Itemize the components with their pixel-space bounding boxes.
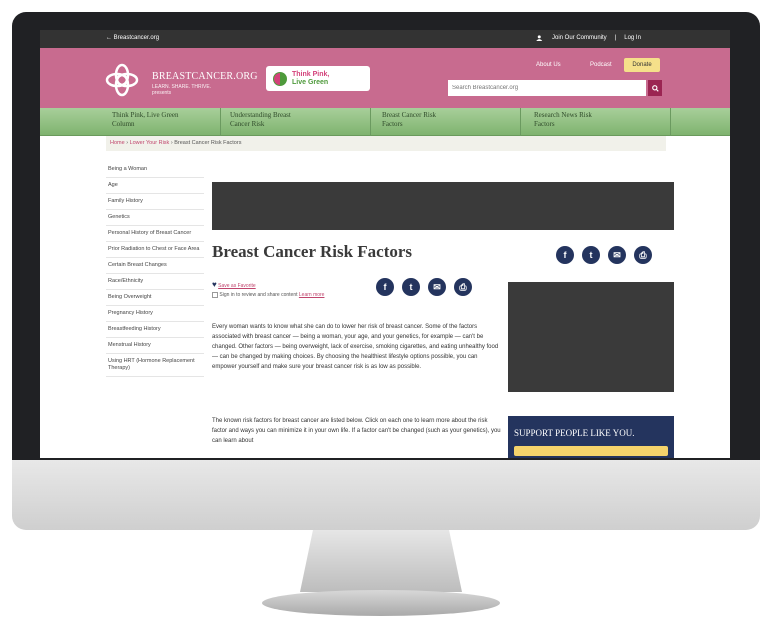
sidebar-item-being-a-woman[interactable]: Being a Woman bbox=[106, 162, 204, 178]
sidebar-item-age[interactable]: Age bbox=[106, 178, 204, 194]
print-icon[interactable]: ⎙ bbox=[634, 246, 652, 264]
heart-icon: ♥ bbox=[212, 280, 217, 289]
nav-label: Breast Cancer Risk bbox=[382, 111, 437, 119]
nav-item-think-pink[interactable]: Think Pink, Live Green Column bbox=[112, 111, 232, 129]
search-input[interactable] bbox=[448, 80, 646, 96]
checkbox[interactable] bbox=[212, 291, 218, 298]
support-text: SUPPORT PEOPLE LIKE YOU. bbox=[514, 428, 635, 438]
nav-item-risk-factors[interactable]: Breast Cancer Risk Factors bbox=[382, 111, 502, 129]
user-icon bbox=[536, 35, 543, 41]
logo-text[interactable]: BREASTCANCER.ORG LEARN. SHARE. THRIVE. p… bbox=[152, 66, 258, 96]
search-icon bbox=[651, 84, 659, 92]
main-nav: Think Pink, Live Green Column Understand… bbox=[40, 108, 730, 136]
think-pink-live-green-badge[interactable]: Think Pink, Live Green bbox=[266, 66, 370, 91]
breadcrumb-lower-risk[interactable]: Lower Your Risk bbox=[130, 140, 170, 146]
live-green-label: Live Green bbox=[292, 78, 329, 86]
browser-screen: ← Breastcancer.org Join Our Community | … bbox=[40, 30, 730, 458]
top-bar: ← Breastcancer.org Join Our Community | … bbox=[40, 30, 730, 48]
nav-label: Research News Risk bbox=[534, 111, 592, 119]
nav-item-research-news[interactable]: Research News Risk Factors bbox=[534, 111, 654, 129]
signup-text: Sign in to review and share content bbox=[219, 292, 298, 298]
nav-divider bbox=[520, 108, 521, 136]
nav-divider bbox=[220, 108, 221, 136]
join-community-link[interactable]: Join Our Community bbox=[552, 35, 607, 41]
sidebar-item-menstrual[interactable]: Menstrual History bbox=[106, 338, 204, 354]
sidebar-item-personal-history[interactable]: Personal History of Breast Cancer bbox=[106, 226, 204, 242]
monitor-chin bbox=[12, 460, 760, 530]
social-share-top: f t ✉ ⎙ bbox=[556, 246, 652, 264]
sidebar-item-genetics[interactable]: Genetics bbox=[106, 210, 204, 226]
twitter-icon[interactable]: t bbox=[402, 278, 420, 296]
nav-label: Factors bbox=[382, 120, 403, 128]
separator: | bbox=[614, 35, 617, 41]
social-share-article: f t ✉ ⎙ bbox=[376, 278, 472, 296]
community-links: Join Our Community | Log In bbox=[536, 35, 641, 41]
nav-label: Understanding Breast bbox=[230, 111, 291, 119]
breadcrumb: Home › Lower Your Risk › Breast Cancer R… bbox=[106, 136, 666, 151]
print-icon[interactable]: ⎙ bbox=[454, 278, 472, 296]
back-link[interactable]: ← Breastcancer.org bbox=[106, 35, 159, 41]
learn-more-link[interactable]: Learn more bbox=[299, 292, 325, 298]
intro-paragraph: Every woman wants to know what she can d… bbox=[212, 324, 499, 370]
sidebar-item-breastfeeding[interactable]: Breastfeeding History bbox=[106, 322, 204, 338]
donate-button[interactable]: Donate bbox=[624, 58, 660, 72]
risk-factor-sidebar: Being a Woman Age Family History Genetic… bbox=[106, 162, 204, 377]
nav-item-understanding-risk[interactable]: Understanding Breast Cancer Risk bbox=[230, 111, 350, 129]
twitter-icon[interactable]: t bbox=[582, 246, 600, 264]
email-icon[interactable]: ✉ bbox=[608, 246, 626, 264]
save-favorite-block: ♥ Save as Favorite Sign in to review and… bbox=[212, 280, 324, 300]
sidebar-item-overweight[interactable]: Being Overweight bbox=[106, 290, 204, 306]
logo-presents: presents bbox=[152, 90, 172, 96]
think-pink-label: Think Pink, bbox=[292, 70, 330, 78]
support-button[interactable] bbox=[514, 446, 668, 456]
save-favorite-link[interactable]: Save as Favorite bbox=[218, 283, 256, 289]
login-link[interactable]: Log In bbox=[624, 35, 641, 41]
search-button[interactable] bbox=[648, 80, 662, 96]
nav-divider bbox=[370, 108, 371, 136]
site-header: BREASTCANCER.ORG LEARN. SHARE. THRIVE. p… bbox=[40, 48, 730, 108]
email-icon[interactable]: ✉ bbox=[428, 278, 446, 296]
sidebar-item-hrt[interactable]: Using HRT (Hormone Replacement Therapy) bbox=[106, 354, 204, 377]
page-title: Breast Cancer Risk Factors bbox=[212, 242, 413, 261]
nav-label: Think Pink, Live Green bbox=[112, 111, 179, 119]
support-banner[interactable]: SUPPORT PEOPLE LIKE YOU. bbox=[508, 416, 674, 458]
podcast-link[interactable]: Podcast bbox=[590, 62, 612, 68]
about-us-link[interactable]: About Us bbox=[536, 62, 561, 68]
monitor-mockup: ← Breastcancer.org Join Our Community | … bbox=[0, 0, 762, 627]
sidebar-item-pregnancy[interactable]: Pregnancy History bbox=[106, 306, 204, 322]
monitor-base bbox=[262, 590, 500, 616]
nav-label: Cancer Risk bbox=[230, 120, 265, 128]
sidebar-item-prior-radiation[interactable]: Prior Radiation to Chest or Face Area bbox=[106, 242, 204, 258]
nav-divider bbox=[670, 108, 671, 136]
nav-label: Column bbox=[112, 120, 135, 128]
sidebar-item-family-history[interactable]: Family History bbox=[106, 194, 204, 210]
ad-banner[interactable] bbox=[212, 182, 674, 230]
risk-list-paragraph: The known risk factors for breast cancer… bbox=[212, 418, 501, 444]
monitor-neck bbox=[300, 530, 462, 592]
breadcrumb-current: Breast Cancer Risk Factors bbox=[174, 140, 242, 146]
facebook-icon[interactable]: f bbox=[556, 246, 574, 264]
ribbon-logo-icon[interactable] bbox=[104, 62, 140, 98]
sidebar-item-breast-changes[interactable]: Certain Breast Changes bbox=[106, 258, 204, 274]
nav-label: Factors bbox=[534, 120, 555, 128]
logo-name: BREASTCANCER.ORG bbox=[152, 71, 258, 82]
sidebar-ad[interactable] bbox=[508, 282, 674, 392]
facebook-icon[interactable]: f bbox=[376, 278, 394, 296]
breadcrumb-home[interactable]: Home bbox=[110, 140, 125, 146]
sidebar-item-race-ethnicity[interactable]: Race/Ethnicity bbox=[106, 274, 204, 290]
leaf-circle-icon bbox=[273, 71, 287, 86]
